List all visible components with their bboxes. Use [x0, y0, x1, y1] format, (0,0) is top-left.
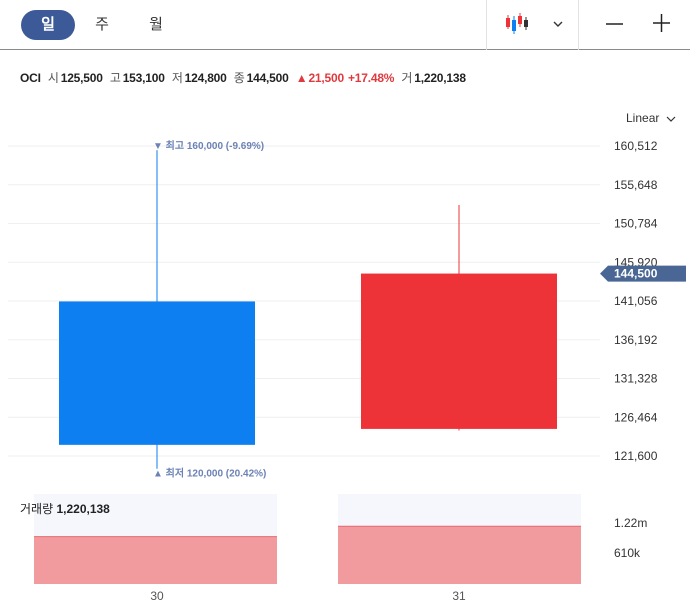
change-percent: +17.48%: [347, 71, 395, 85]
high-value: 153,100: [122, 71, 165, 85]
close-value: 144,500: [246, 71, 289, 85]
plus-icon[interactable]: [652, 13, 672, 33]
price-tick-label: 155,648: [614, 178, 658, 192]
volume-tick-label: 610k: [614, 546, 641, 560]
date-tick-label: 30: [150, 589, 164, 603]
last-price-label: 144,500: [614, 267, 658, 281]
volume-bar: [338, 526, 581, 584]
volume-value: 1,220,138: [414, 71, 466, 85]
period-week-tab[interactable]: 주: [80, 10, 124, 40]
high-label: 고: [109, 71, 121, 85]
volume-tick-label: 1.22m: [614, 516, 647, 530]
last-price-tag: 144,500: [600, 265, 686, 282]
price-tick-label: 160,512: [614, 139, 658, 153]
chart-toolbar: 일 주 월: [0, 0, 690, 50]
toolbar-divider: [486, 0, 487, 50]
date-axis: 30 31: [150, 589, 466, 603]
period-month-tab[interactable]: 월: [134, 10, 178, 40]
candles: [59, 150, 557, 469]
open-label: 시: [47, 71, 59, 85]
candle-body: [59, 301, 255, 445]
volume-header-label: 거래량: [20, 502, 54, 516]
low-label: 저: [171, 71, 183, 85]
price-tick-label: 126,464: [614, 410, 658, 424]
open-value: 125,500: [60, 71, 103, 85]
minus-icon[interactable]: [604, 14, 624, 34]
volume-header-value: 1,220,138: [56, 502, 110, 516]
price-tick-label: 141,056: [614, 294, 658, 308]
candlestick-icon[interactable]: [505, 12, 531, 36]
stock-symbol: OCI: [20, 71, 41, 85]
volume-bar: [34, 536, 277, 584]
price-chart[interactable]: ▼ 최고 160,000 (-9.69%) ▲ 최저 120,000 (20.42…: [0, 0, 690, 614]
change-value: 21,500: [308, 71, 344, 85]
date-tick-label: 31: [452, 589, 466, 603]
close-label: 종: [233, 71, 245, 85]
price-tick-label: 121,600: [614, 449, 658, 463]
price-tick-label: 136,192: [614, 333, 658, 347]
scale-mode-label: Linear: [626, 111, 660, 125]
chevron-down-icon: [666, 112, 676, 126]
price-tick-label: 150,784: [614, 217, 658, 231]
change-arrow: ▲: [295, 71, 308, 85]
price-annotation: ▼ 최고 160,000 (-9.69%): [153, 139, 264, 152]
price-tick-label: 131,328: [614, 372, 658, 386]
chevron-down-icon[interactable]: [552, 16, 564, 27]
period-day-tab[interactable]: 일: [21, 10, 75, 40]
price-axis: 160,512155,648150,784145,920141,056136,1…: [614, 139, 658, 463]
volume-header: 거래량 1,220,138: [20, 500, 110, 517]
low-value: 124,800: [184, 71, 227, 85]
toolbar-divider: [578, 0, 579, 50]
quote-summary: OCI 시 125,500 고 153,100 저 124,800 종 144,500 …: [20, 69, 470, 86]
scale-mode-selector[interactable]: Linear: [626, 111, 676, 126]
candle-body: [361, 273, 557, 429]
volume-axis: 1.22m 610k: [614, 516, 647, 560]
price-annotation: ▲ 최저 120,000 (20.42%): [153, 467, 266, 480]
volume-label: 거: [401, 71, 413, 85]
